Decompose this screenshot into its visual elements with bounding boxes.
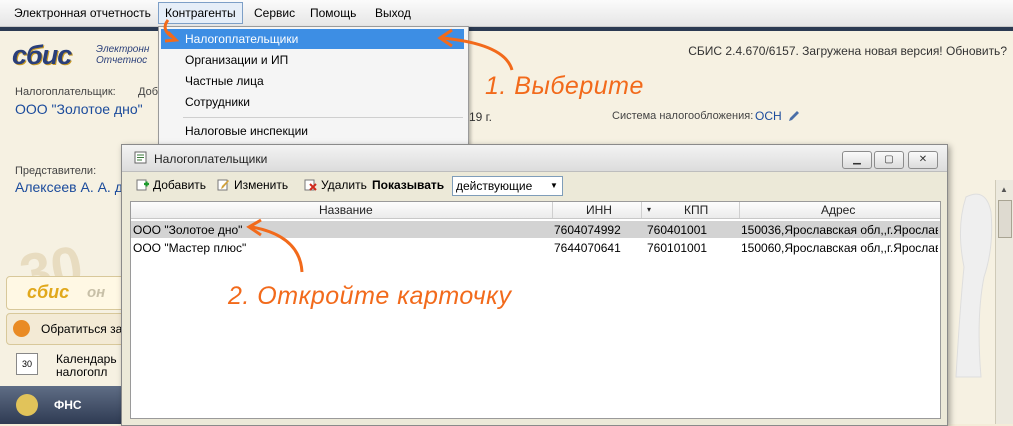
year-fragment: 19 г. [469, 110, 492, 124]
tax-calendar-item[interactable]: 30 Календарь налогопл [0, 347, 130, 387]
add-label-fragment: Доб [138, 86, 158, 98]
taxpayer-label: Налогоплательщик: [15, 86, 116, 98]
menu-separator [183, 117, 463, 118]
sbis-logo: сбис [12, 40, 72, 70]
add-button[interactable]: Добавить [136, 178, 206, 192]
chevron-down-icon[interactable]: ▼ [546, 177, 562, 195]
column-address[interactable]: Адрес [821, 203, 855, 217]
main-menubar: Электронная отчетность Контрагенты Серви… [0, 0, 1013, 27]
table-row[interactable]: ООО "Мастер плюс" 7644070641 760101001 1… [131, 239, 940, 256]
close-button[interactable]: ✕ [908, 151, 938, 169]
scroll-thumb[interactable] [998, 200, 1012, 238]
taxpayers-window-icon [134, 151, 147, 164]
sort-arrow-icon: ▾ [647, 205, 652, 214]
step1-annotation: 1. Выберите [485, 72, 644, 100]
maximize-button[interactable]: ▢ [874, 151, 904, 169]
counterparties-dropdown: Налогоплательщики Организации и ИП Частн… [158, 26, 469, 146]
window-titlebar[interactable]: Налогоплательщики ▁ ▢ ✕ [122, 145, 947, 172]
menu-item-organizations[interactable]: Организации и ИП [185, 53, 288, 67]
mascot-figure [955, 193, 993, 378]
pencil-icon[interactable] [787, 109, 801, 123]
contact-support-button[interactable]: Обратиться за [6, 313, 128, 345]
edit-button[interactable]: Изменить [217, 178, 288, 192]
header-band: сбис Электронн Отчетнос СБИС 2.4.670/615… [0, 27, 1013, 71]
status-filter-select[interactable]: действующие ▼ [452, 176, 563, 196]
step2-annotation: 2. Откройте карточку [228, 282, 512, 310]
right-scrollbar[interactable]: ▲ [995, 180, 1013, 424]
add-icon [136, 179, 149, 191]
edit-icon [217, 179, 229, 191]
menu-item-individuals[interactable]: Частные лица [185, 74, 264, 88]
window-title: Налогоплательщики [154, 152, 268, 166]
calendar-icon: 30 [16, 353, 38, 375]
representatives-link[interactable]: Алексеев А. А. д [15, 179, 123, 195]
representatives-label: Представители: [15, 165, 97, 177]
menu-item-employees[interactable]: Сотрудники [185, 95, 250, 109]
column-inn[interactable]: ИНН [586, 203, 612, 217]
taxpayer-name-link[interactable]: ООО "Золотое дно" [15, 101, 143, 117]
tax-system-value[interactable]: ОСН [755, 109, 782, 123]
menu-item-tax-inspections[interactable]: Налоговые инспекции [185, 124, 308, 138]
version-notice[interactable]: СБИС 2.4.670/6157. Загружена новая верси… [688, 44, 1007, 58]
fns-section[interactable]: ФНС [0, 386, 130, 424]
scroll-up-icon[interactable]: ▲ [1000, 185, 1008, 194]
sbis-online-button[interactable]: сбис он [6, 276, 128, 310]
column-kpp[interactable]: КПП [684, 203, 708, 217]
menu-service[interactable]: Сервис [254, 6, 295, 20]
logo-subtitle: Электронн Отчетнос [96, 44, 150, 66]
minimize-button[interactable]: ▁ [842, 151, 872, 169]
table-header: Название ИНН ▾ КПП Адрес [131, 202, 940, 219]
support-icon [13, 320, 30, 337]
delete-button[interactable]: Удалить [304, 178, 367, 192]
fns-emblem-icon [16, 394, 38, 416]
menu-help[interactable]: Помощь [310, 6, 356, 20]
menu-counterparties[interactable]: Контрагенты [158, 2, 243, 24]
menu-item-taxpayers[interactable]: Налогоплательщики [161, 29, 464, 49]
table-row[interactable]: ООО "Золотое дно" 7604074992 760401001 1… [131, 221, 940, 238]
show-filter-label: Показывать [372, 178, 445, 192]
menu-exit[interactable]: Выход [375, 6, 411, 20]
column-name[interactable]: Название [319, 203, 373, 217]
menu-electronic-reporting[interactable]: Электронная отчетность [14, 6, 151, 20]
tax-system-label: Система налогообложения: [612, 110, 754, 122]
delete-icon [304, 179, 317, 191]
